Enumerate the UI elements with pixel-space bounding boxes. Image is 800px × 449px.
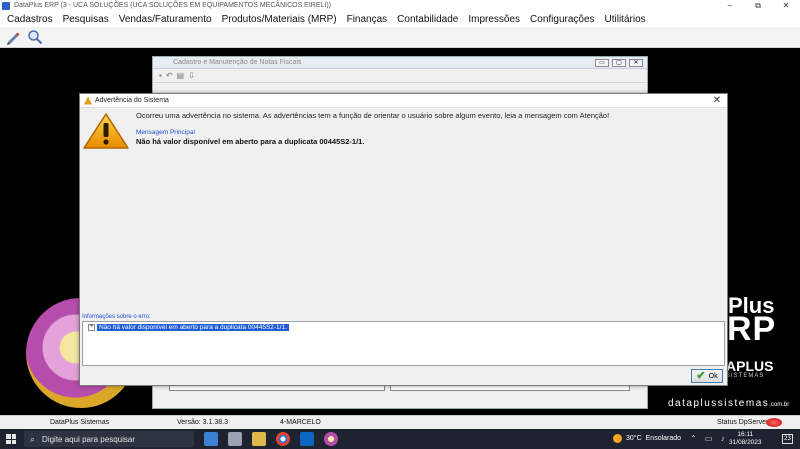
ok-button-label: Ok	[708, 372, 718, 380]
windows-start-icon[interactable]	[6, 434, 16, 444]
app-icon	[2, 1, 10, 10]
title-bar: DataPlus ERP (3 - UCA SOLUÇÕES (UCA SOLU…	[0, 0, 800, 11]
menu-utilitarios[interactable]: Utilitários	[600, 14, 651, 25]
clock-time: 16:11	[737, 431, 754, 438]
weather-temp: 30°C	[626, 435, 642, 442]
mail-app-icon[interactable]	[204, 432, 218, 446]
error-info-label: Informações sobre o erro:	[82, 314, 151, 320]
print-icon[interactable]: ▤	[177, 71, 185, 80]
background-window-toolbar: ▪ ↶ ▤ ⇩	[153, 69, 647, 83]
main-message-label: Mensagem Principal	[136, 129, 195, 136]
brand-url: dataplussistemas.com.br	[668, 398, 789, 409]
export-icon[interactable]: ⇩	[188, 71, 195, 80]
menu-cadastros[interactable]: Cadastros	[2, 14, 58, 25]
sun-icon	[613, 434, 622, 443]
background-minimize-button[interactable]: ▭	[595, 59, 609, 67]
dialog-intro-text: Ocorreu uma advertência no sistema. As a…	[136, 111, 610, 120]
menu-contabilidade[interactable]: Contabilidade	[392, 14, 463, 25]
magnifier-icon[interactable]	[26, 28, 44, 46]
warning-dialog: Advertência do Sistema ✕ Ocorreu uma adv…	[79, 93, 728, 386]
ok-button[interactable]: ✔ Ok	[691, 369, 723, 383]
window-controls: – ⧉ ✕	[716, 0, 800, 11]
menu-vendas-faturamento[interactable]: Vendas/Faturamento	[114, 14, 217, 25]
brand-url-main: dataplussistemas	[668, 398, 770, 409]
chrome-icon[interactable]	[276, 432, 290, 446]
background-maximize-button[interactable]: ▢	[612, 59, 626, 67]
brand-url-suffix: .com.br	[769, 402, 790, 408]
background-close-button[interactable]: ✕	[629, 59, 643, 67]
search-icon: ⌕	[30, 433, 36, 444]
status-user: 4-MARCELO	[280, 419, 321, 426]
status-server: Status DpServer	[717, 419, 769, 426]
notification-icon[interactable]: 23	[782, 434, 793, 444]
warning-triangle-icon	[82, 112, 130, 150]
taskbar-clock[interactable]: 16:11 31/08/2023	[729, 431, 762, 447]
error-tree-item[interactable]: Não há valor disponível em aberto para a…	[97, 324, 289, 331]
menu-pesquisas[interactable]: Pesquisas	[58, 14, 114, 25]
status-version: Versão: 3.1.38.3	[177, 419, 228, 426]
close-button[interactable]: ✕	[772, 0, 800, 11]
error-info-tree[interactable]: + Não há valor disponível em aberto para…	[82, 321, 725, 366]
dialog-close-button[interactable]: ✕	[711, 94, 723, 108]
warning-small-icon	[84, 96, 92, 105]
save-icon[interactable]: ▪	[159, 71, 162, 80]
error-tree-row[interactable]: + Não há valor disponível em aberto para…	[88, 324, 289, 331]
menu-bar: Cadastros Pesquisas Vendas/Faturamento P…	[0, 11, 800, 27]
menu-configuracoes[interactable]: Configurações	[525, 14, 599, 25]
menu-produtos-materiais[interactable]: Produtos/Materiais (MRP)	[217, 14, 342, 25]
clock-date: 31/08/2023	[729, 439, 762, 446]
background-window-controls: ▭ ▢ ✕	[595, 59, 643, 67]
undo-icon[interactable]: ↶	[166, 71, 173, 80]
status-company: DataPlus Sistemas	[50, 419, 110, 426]
check-icon: ✔	[696, 370, 706, 382]
status-bar: DataPlus Sistemas Versão: 3.1.38.3 4-MAR…	[0, 415, 800, 429]
taskbar-search[interactable]: ⌕ Digite aqui para pesquisar	[24, 431, 194, 447]
minimize-button[interactable]: –	[716, 0, 744, 11]
main-toolbar	[0, 27, 800, 48]
pen-icon[interactable]	[4, 28, 22, 46]
dataplus-taskbar-icon[interactable]	[324, 432, 338, 446]
outlook-icon[interactable]	[300, 432, 314, 446]
file-explorer-icon[interactable]	[252, 432, 266, 446]
window-title: DataPlus ERP (3 - UCA SOLUÇÕES (UCA SOLU…	[14, 2, 332, 9]
brand-rp-text: RP	[727, 310, 777, 348]
main-message-text: Não há valor disponível em aberto para a…	[136, 137, 365, 146]
weather-desc: Ensolarado	[645, 435, 682, 442]
dialog-title: Advertência do Sistema	[95, 97, 169, 104]
dialog-title-bar: Advertência do Sistema	[80, 94, 727, 108]
menu-financas[interactable]: Finanças	[342, 14, 393, 25]
brand-aplus-text: APLUS	[726, 358, 774, 374]
menu-impressoes[interactable]: Impressões	[463, 14, 525, 25]
background-window-title: Cadastro e Manutenção de Notas Fiscais	[153, 57, 647, 69]
taskbar-search-placeholder: Digite aqui para pesquisar	[42, 434, 135, 444]
weather-widget[interactable]: 30°C Ensolarado	[613, 434, 681, 443]
brand-sistemas-text: SISTEMAS	[726, 373, 765, 379]
calculator-app-icon[interactable]	[228, 432, 242, 446]
server-status-led-icon	[766, 418, 782, 427]
taskbar: ⌕ Digite aqui para pesquisar 30°C Ensola…	[0, 429, 800, 449]
maximize-button[interactable]: ⧉	[744, 0, 772, 11]
expand-icon[interactable]: +	[88, 324, 95, 331]
system-tray-icons[interactable]: ⌃ ▭ ♪	[690, 434, 728, 443]
